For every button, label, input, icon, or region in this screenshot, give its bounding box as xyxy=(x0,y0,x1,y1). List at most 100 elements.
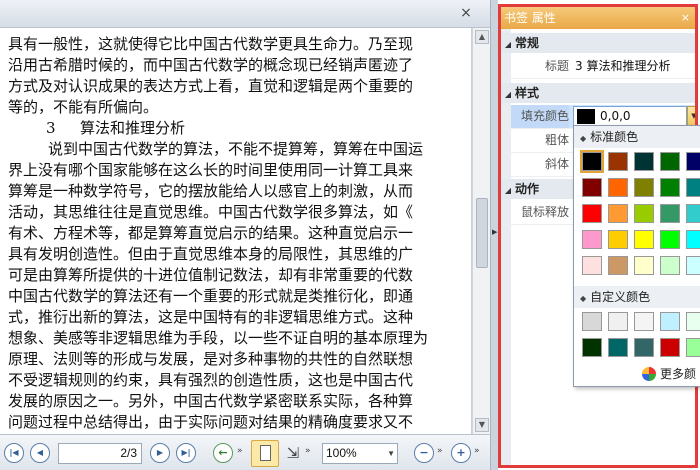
zoom-out-button[interactable]: − xyxy=(414,443,434,463)
text-line: 具有一般性，这就使得它比中国古代数学更具生命力。乃至现 xyxy=(8,34,471,55)
custom-color-swatch[interactable] xyxy=(582,312,602,331)
line-text: 活动，其思维往往是直觉思维。中国古代数学很多算法，如《 xyxy=(8,203,414,221)
last-page-button[interactable]: ▶| xyxy=(176,443,196,463)
standard-color-swatch[interactable] xyxy=(582,230,602,249)
scrollbar-thumb[interactable] xyxy=(476,198,488,268)
chevron-icon[interactable]: » xyxy=(437,446,443,456)
standard-color-swatch[interactable] xyxy=(582,204,602,223)
prop-label: 填充颜色 xyxy=(511,105,569,128)
color-dropdown-button[interactable]: ▼ xyxy=(687,106,695,127)
custom-colors-label: 自定义颜色 xyxy=(590,290,651,304)
standard-color-swatch[interactable] xyxy=(582,256,602,275)
custom-color-swatch[interactable] xyxy=(660,312,680,331)
text-line: 想象、美感等非逻辑思维为手段，以一些不证自明的基本原理为 xyxy=(8,328,471,349)
standard-color-swatch[interactable] xyxy=(686,230,700,249)
line-text: 算法和推理分析 xyxy=(80,119,186,137)
standard-color-swatch[interactable] xyxy=(634,256,654,275)
standard-color-swatch[interactable] xyxy=(608,204,628,223)
vertical-scrollbar[interactable]: ▲ ▼ xyxy=(472,28,490,434)
line-text: 有术、方程术等，都是算筹直觉启示的结果。这种直觉启示一 xyxy=(8,224,414,242)
zoom-select[interactable]: 100% ▼ xyxy=(322,443,398,464)
standard-color-swatch[interactable] xyxy=(660,204,680,223)
color-swatch xyxy=(577,109,595,124)
standard-color-swatch[interactable] xyxy=(608,178,628,197)
fill-color-field[interactable]: 0,0,0 xyxy=(573,106,687,127)
standard-color-swatch[interactable] xyxy=(634,230,654,249)
heading-number: 3 xyxy=(46,119,56,137)
section-label: 常规 xyxy=(515,36,540,50)
diamond-icon: ◆ xyxy=(580,294,587,303)
custom-color-swatch[interactable] xyxy=(634,338,654,357)
chevron-icon[interactable]: » xyxy=(237,446,243,456)
section-general[interactable]: ◢ 常规 xyxy=(501,33,695,53)
text-line: 方式及对认识成果的表达方式上看，直觉和逻辑是两个重要的 xyxy=(8,76,471,97)
document-viewer: × 具有一般性，这就使得它比中国古代数学更具生命力。乃至现 沿用古希腊时候的，而中… xyxy=(0,0,490,470)
standard-color-swatch[interactable] xyxy=(686,204,700,223)
collapse-icon[interactable]: ◢ xyxy=(501,181,515,201)
collapse-icon[interactable]: ◢ xyxy=(501,85,515,105)
text-line: 算筹是一种数学符号，它的摆放能给人以感官上的刺激，从而 xyxy=(8,181,471,202)
custom-color-swatch[interactable] xyxy=(608,338,628,357)
section-style[interactable]: ◢ 样式 xyxy=(501,83,695,103)
close-document-button[interactable]: × xyxy=(456,3,476,23)
custom-color-swatch[interactable] xyxy=(686,338,700,357)
scroll-up-arrow-icon[interactable]: ▲ xyxy=(475,30,489,44)
standard-color-swatch[interactable] xyxy=(686,152,700,171)
chevron-icon[interactable]: » xyxy=(305,446,311,456)
first-page-button[interactable]: |◀ xyxy=(4,443,24,463)
line-text: 问题过程中总结得出，由于实际问题对结果的精确度要求又不 xyxy=(8,413,414,431)
line-text: 方式及对认识成果的表达方式上看，直觉和逻辑是两个重要的 xyxy=(8,77,414,95)
standard-color-swatch[interactable] xyxy=(660,230,680,249)
standard-colors-label: 标准颜色 xyxy=(590,130,639,144)
previous-page-button[interactable]: ◀ xyxy=(30,443,50,463)
custom-color-swatch[interactable] xyxy=(608,312,628,331)
standard-color-swatch[interactable] xyxy=(608,230,628,249)
standard-color-swatch[interactable] xyxy=(634,204,654,223)
collapse-icon[interactable]: ◢ xyxy=(501,35,515,55)
more-colors-button[interactable]: 更多颜色... xyxy=(574,362,700,386)
standard-color-swatch[interactable] xyxy=(686,256,700,275)
standard-color-swatch[interactable] xyxy=(660,152,680,171)
fit-page-icon[interactable]: ⇲ xyxy=(284,441,302,465)
standard-color-swatch[interactable] xyxy=(608,152,628,171)
panel-splitter[interactable]: ▶ xyxy=(490,0,498,470)
standard-color-swatch[interactable] xyxy=(660,256,680,275)
collapse-arrow-icon[interactable]: ▶ xyxy=(492,228,497,236)
text-line: 沿用古希腊时候的，而中国古代数学的概念现已经销声匿迹了 xyxy=(8,55,471,76)
diamond-icon: ◆ xyxy=(580,134,587,143)
text-line: 问题过程中总结得出，由于实际问题对结果的精确度要求又不 xyxy=(8,412,471,433)
prop-label: 斜体 xyxy=(544,157,569,171)
standard-color-swatch[interactable] xyxy=(686,178,700,197)
standard-color-swatch[interactable] xyxy=(582,178,602,197)
title-value[interactable]: 3 算法和推理分析 xyxy=(575,55,693,78)
page-number-input[interactable]: 2/3 xyxy=(58,443,142,464)
custom-color-swatch[interactable] xyxy=(660,338,680,357)
prop-row-title[interactable]: 标题 3 算法和推理分析 xyxy=(511,55,695,79)
next-page-button[interactable]: ▶ xyxy=(150,443,170,463)
panel-close-button[interactable]: × xyxy=(681,7,690,29)
text-line: 活动，其思维往往是直觉思维。中国古代数学很多算法，如《 xyxy=(8,202,471,223)
standard-colors-header: ◆ 标准颜色 xyxy=(574,126,700,148)
chevron-icon[interactable]: » xyxy=(474,446,480,456)
go-back-button[interactable]: ← xyxy=(213,443,233,463)
viewer-top-bar: × xyxy=(0,0,490,28)
single-page-view-button[interactable] xyxy=(251,440,279,467)
section-heading-line: 3 算法和推理分析 xyxy=(8,118,471,139)
scroll-down-arrow-icon[interactable]: ▼ xyxy=(475,418,489,432)
standard-color-swatch[interactable] xyxy=(580,150,604,173)
custom-color-swatch[interactable] xyxy=(634,312,654,331)
text-line: 式，推衍出新的算法，这是中国特有的非逻辑思维方式。这种 xyxy=(8,307,471,328)
more-colors-label: 更多颜色... xyxy=(660,367,697,381)
line-text: 想象、美感等非逻辑思维为手段，以一些不证自明的基本原理为 xyxy=(8,329,429,347)
line-text: 沿用古希腊时候的，而中国古代数学的概念现已经销声匿迹了 xyxy=(8,56,414,74)
standard-color-swatch[interactable] xyxy=(660,178,680,197)
prop-label: 鼠标释放 xyxy=(520,205,569,219)
text-line: 可是由算筹所提供的十进位值制记数法，却有非常重要的代数 xyxy=(8,265,471,286)
standard-color-swatch[interactable] xyxy=(634,178,654,197)
custom-colors-header: ◆ 自定义颜色 xyxy=(574,286,700,308)
custom-color-swatch[interactable] xyxy=(582,338,602,357)
standard-color-swatch[interactable] xyxy=(634,152,654,171)
zoom-in-button[interactable]: + xyxy=(451,443,471,463)
custom-color-swatch[interactable] xyxy=(686,312,700,331)
standard-color-swatch[interactable] xyxy=(608,256,628,275)
